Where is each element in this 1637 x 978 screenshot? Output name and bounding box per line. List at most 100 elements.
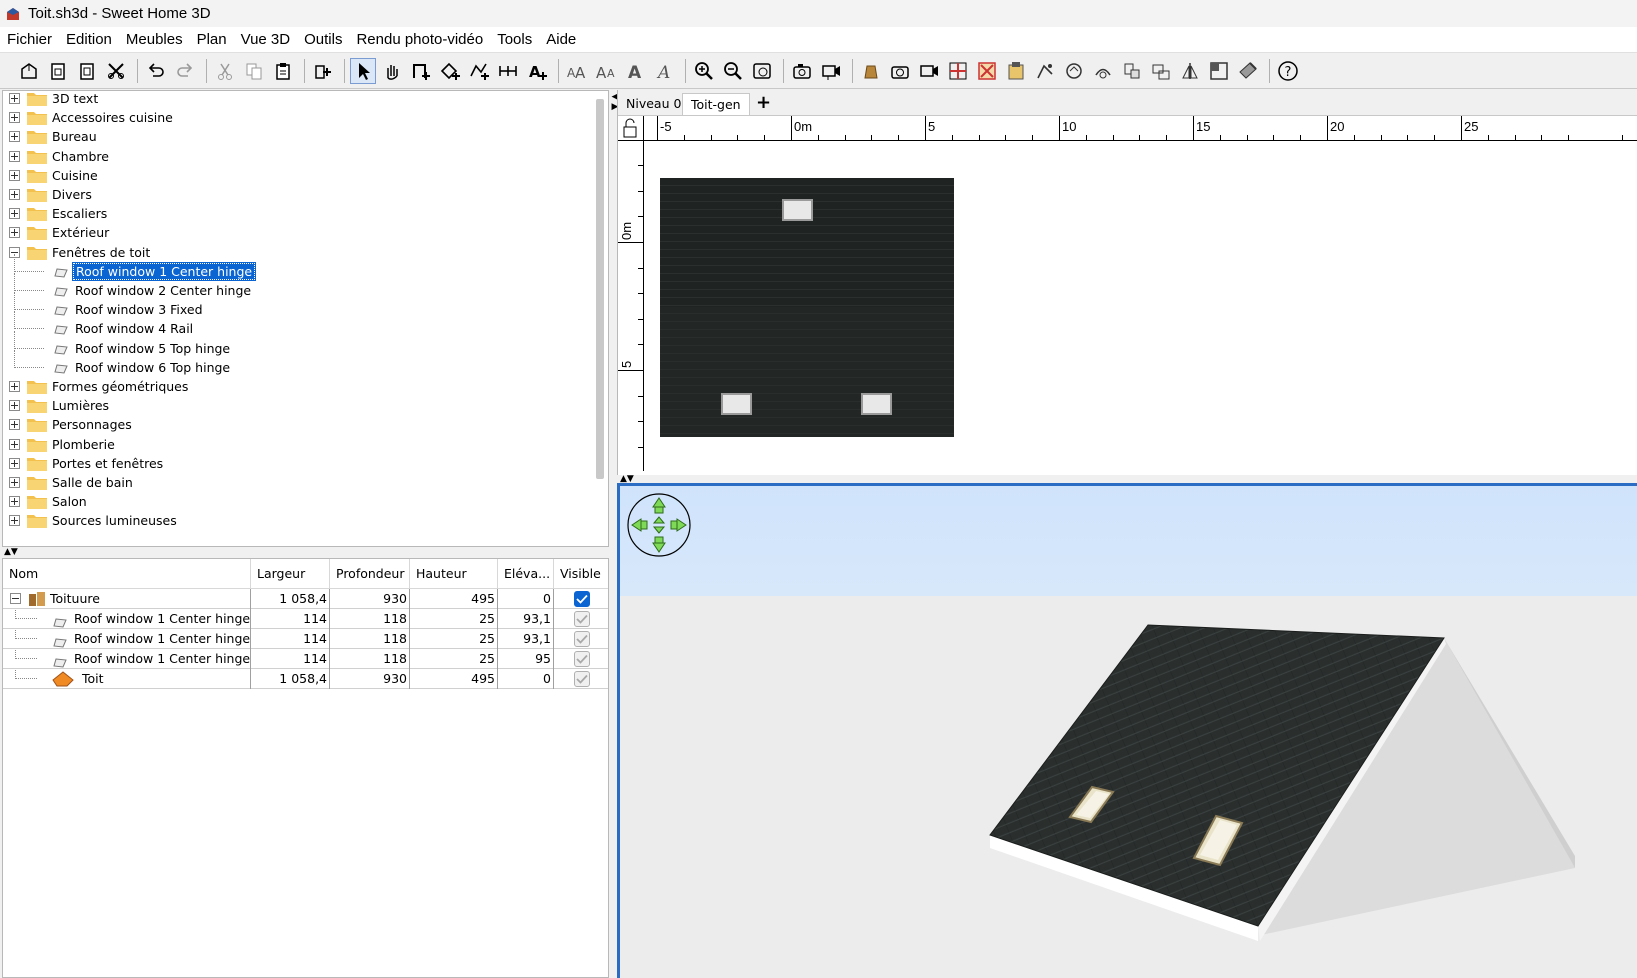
expand-icon[interactable] (9, 208, 20, 220)
3d-navigation-arrows[interactable] (626, 492, 692, 558)
roof-window-plan-1[interactable] (782, 199, 813, 221)
help-icon[interactable]: ? (1275, 58, 1301, 84)
add-text-icon[interactable]: A (524, 58, 550, 84)
visible-checkbox[interactable] (574, 591, 590, 607)
catalog-category[interactable]: Chambre (3, 147, 593, 167)
add-level-button[interactable]: + (748, 93, 779, 115)
camera-icon[interactable] (887, 58, 913, 84)
import-texture-icon[interactable] (945, 58, 971, 84)
menu-outils[interactable]: Outils (297, 27, 349, 53)
catalog-category[interactable]: Portes et fenêtres (3, 454, 593, 474)
roof-plan-drawing[interactable] (660, 178, 954, 437)
column-header-hauteur[interactable]: Hauteur (410, 559, 498, 589)
expand-icon[interactable] (9, 457, 20, 469)
create-photo-icon[interactable] (789, 58, 815, 84)
expand-icon[interactable] (9, 150, 20, 162)
catalog-category[interactable]: Lumières (3, 396, 593, 416)
visible-checkbox[interactable] (574, 611, 590, 627)
catalog-category[interactable]: Accessoires cuisine (3, 108, 593, 128)
catalog-category[interactable]: Salon (3, 492, 593, 512)
catalog-item[interactable]: Roof window 6 Top hinge (3, 349, 593, 378)
catalog-scrollbar[interactable] (596, 99, 604, 479)
furniture-library-icon[interactable] (1003, 58, 1029, 84)
video-icon[interactable] (916, 58, 942, 84)
table-row[interactable]: Toituure 1 058,4 930 495 0 (3, 589, 608, 609)
catalog-category[interactable]: Bureau (3, 127, 593, 147)
create-walls-icon[interactable] (408, 58, 434, 84)
zoom-fit-icon[interactable] (749, 58, 775, 84)
add-furniture-icon[interactable] (310, 58, 336, 84)
catalog-item[interactable]: Roof window 4 Rail (3, 311, 593, 339)
expand-icon[interactable] (9, 438, 20, 450)
expand-icon[interactable] (9, 400, 20, 412)
expand-icon[interactable] (9, 381, 20, 392)
increase-text-size-icon[interactable]: AA (564, 58, 590, 84)
splitter-arrows-icon[interactable]: ▲▼ (4, 547, 18, 557)
expand-icon[interactable] (9, 169, 20, 181)
redo-icon[interactable] (172, 58, 198, 84)
copy-icon[interactable] (241, 58, 267, 84)
column-header-elevation[interactable]: Eléva... (498, 559, 554, 589)
expand-icon[interactable] (9, 93, 20, 104)
catalog-category[interactable]: Personnages (3, 415, 593, 435)
expand-icon[interactable] (9, 189, 20, 200)
furniture-catalog-tree[interactable]: 3D text Accessoires cuisine Bureau Chambre C… (2, 90, 609, 547)
catalog-category[interactable]: Cuisine (3, 166, 593, 186)
zoom-in-icon[interactable] (691, 58, 717, 84)
export-icon[interactable] (974, 58, 1000, 84)
menu-meubles[interactable]: Meubles (119, 27, 190, 53)
catalog-item[interactable]: Roof window 5 Top hinge (3, 330, 593, 359)
open-icon[interactable] (74, 58, 100, 84)
create-rooms-icon[interactable] (437, 58, 463, 84)
plugin-e-icon[interactable] (1177, 58, 1203, 84)
catalog-category[interactable]: Escaliers (3, 204, 593, 224)
menu-edition[interactable]: Edition (59, 27, 119, 53)
3d-view[interactable] (617, 483, 1637, 978)
import-furniture-icon[interactable] (858, 58, 884, 84)
plugin-b-icon[interactable] (1090, 58, 1116, 84)
expand-icon[interactable] (9, 496, 20, 508)
bold-text-icon[interactable]: A (622, 58, 648, 84)
zoom-out-icon[interactable] (720, 58, 746, 84)
table-row[interactable]: Roof window 1 Center hinge 114 118 25 95 (3, 649, 608, 669)
tab-toit-gen[interactable]: Toit-gen (682, 93, 750, 115)
pan-icon[interactable] (379, 58, 405, 84)
catalog-category[interactable]: 3D text (3, 91, 593, 109)
menu-tools[interactable]: Tools (490, 27, 539, 53)
collapse-icon[interactable] (10, 593, 21, 604)
preferences-icon[interactable] (103, 58, 129, 84)
menu-aide[interactable]: Aide (539, 27, 583, 53)
new-from-template-icon[interactable] (45, 58, 71, 84)
decrease-text-size-icon[interactable]: AA (593, 58, 619, 84)
italic-text-icon[interactable]: A (651, 58, 677, 84)
expand-icon[interactable] (9, 419, 20, 431)
menu-fichier[interactable]: Fichier (0, 27, 59, 53)
column-header-visible[interactable]: Visible (554, 559, 608, 589)
create-polylines-icon[interactable] (466, 58, 492, 84)
visible-checkbox[interactable] (574, 651, 590, 667)
menu-plan[interactable]: Plan (190, 27, 234, 53)
roof-window-plan-3[interactable] (861, 393, 892, 415)
texture-library-icon[interactable] (1032, 58, 1058, 84)
table-row[interactable]: Roof window 1 Center hinge 114 118 25 93,1 (3, 609, 608, 629)
undo-icon[interactable] (143, 58, 169, 84)
catalog-item[interactable]: Roof window 1 Center hinge (3, 253, 593, 282)
column-header-profondeur[interactable]: Profondeur (330, 559, 410, 589)
menu-rendu-photo-video[interactable]: Rendu photo-vidéo (349, 27, 490, 53)
catalog-category[interactable]: Salle de bain (3, 473, 593, 493)
cut-icon[interactable] (212, 58, 238, 84)
visible-checkbox[interactable] (574, 631, 590, 647)
table-row[interactable]: Toit 1 058,4 930 495 0 (3, 669, 608, 689)
new-home-icon[interactable] (16, 58, 42, 84)
visible-checkbox[interactable] (574, 671, 590, 687)
plugin-a-icon[interactable] (1061, 58, 1087, 84)
expand-icon[interactable] (9, 131, 20, 143)
catalog-category[interactable]: Plomberie (3, 435, 593, 455)
catalog-category[interactable]: Divers (3, 185, 593, 205)
expand-icon[interactable] (9, 515, 20, 527)
create-video-icon[interactable] (818, 58, 844, 84)
catalog-category[interactable]: Fenêtres de toit (3, 243, 593, 263)
catalog-category[interactable]: Extérieur (3, 223, 593, 243)
select-icon[interactable] (350, 57, 376, 84)
tab-niveau-0[interactable]: Niveau 0 (618, 93, 689, 115)
